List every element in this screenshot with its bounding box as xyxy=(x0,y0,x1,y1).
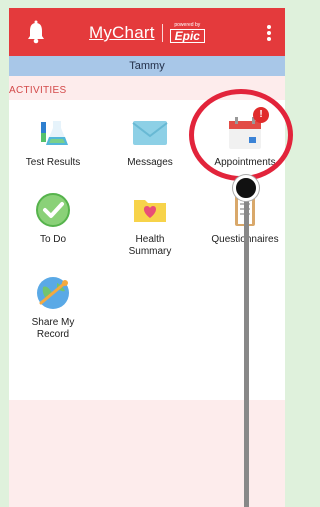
mychart-logo: MyChart powered by Epic xyxy=(89,22,205,44)
kebab-dot xyxy=(267,31,271,35)
envelope-icon xyxy=(132,115,168,151)
kebab-dot xyxy=(267,25,271,29)
pointer-dot xyxy=(233,175,259,201)
user-name-bar[interactable]: Tammy xyxy=(9,56,285,76)
folder-heart-icon xyxy=(132,192,168,228)
kebab-dot xyxy=(267,37,271,41)
tile-messages[interactable]: Messages xyxy=(110,115,190,169)
tile-share-my-record[interactable]: Share My Record xyxy=(13,275,93,341)
highlight-ring xyxy=(189,89,293,181)
bell-icon[interactable] xyxy=(25,20,47,44)
brand-divider xyxy=(161,24,163,42)
checkmark-icon xyxy=(35,192,71,228)
tile-health-summary[interactable]: Health Summary xyxy=(110,192,190,258)
tile-label: Share My Record xyxy=(31,317,75,340)
tile-label: To Do xyxy=(39,234,67,245)
epic-logo-text: Epic xyxy=(169,29,205,43)
flask-icon xyxy=(35,115,71,151)
tile-label: Messages xyxy=(127,157,173,168)
brand-name: MyChart xyxy=(89,23,155,42)
tile-test-results[interactable]: Test Results xyxy=(13,115,93,169)
tile-label: Health Summary xyxy=(128,234,172,257)
tile-to-do[interactable]: To Do xyxy=(13,192,93,246)
activities-heading: ACTIVITIES xyxy=(9,85,67,96)
globe-share-icon xyxy=(35,275,71,311)
powered-by-epic: powered by Epic xyxy=(169,22,205,43)
pointer-line xyxy=(244,199,249,507)
tile-label: Test Results xyxy=(25,157,81,168)
kebab-menu-icon[interactable] xyxy=(267,25,271,41)
powered-by-text: powered by xyxy=(174,22,201,28)
top-bar: MyChart powered by Epic xyxy=(9,8,285,56)
